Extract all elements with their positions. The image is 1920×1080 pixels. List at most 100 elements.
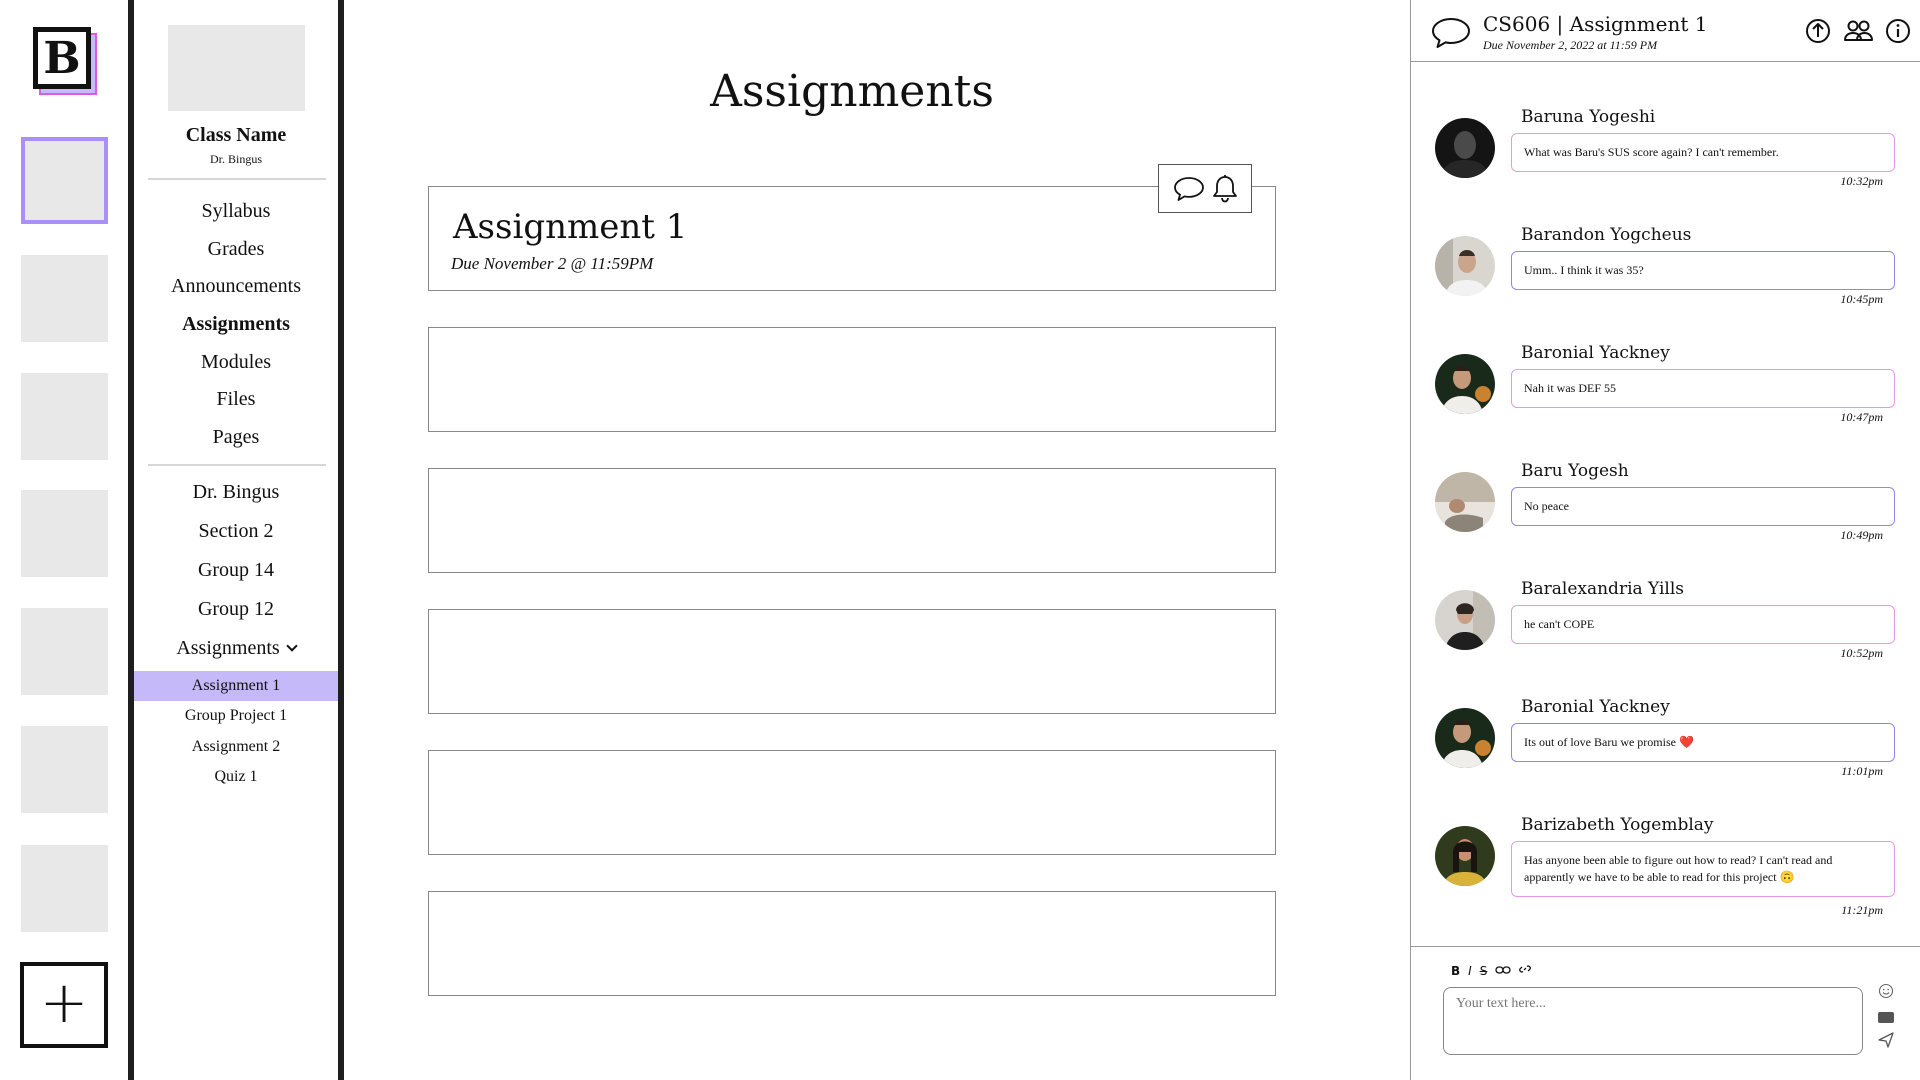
rail-class-tile[interactable] (21, 490, 108, 577)
rail-class-tile[interactable] (21, 373, 108, 460)
message-time: 11:01pm (1841, 764, 1883, 778)
sub-group-project-1[interactable]: Group Project 1 (134, 701, 338, 731)
sub-assignment-2[interactable]: Assignment 2 (134, 732, 338, 762)
nav-pages[interactable]: Pages (134, 426, 338, 449)
plus-icon: + (39, 968, 89, 1036)
message-bubble: What was Baru's SUS score again? I can't… (1511, 133, 1895, 172)
nav-files[interactable]: Files (134, 388, 338, 411)
assignment-card[interactable]: Assignment 1 Due November 2 @ 11:59PM (428, 186, 1276, 291)
message-composer: B I S (1411, 946, 1920, 1080)
rail-class-tile-active[interactable] (21, 137, 108, 224)
nav-grades[interactable]: Grades (134, 238, 338, 261)
message-bubble: Has anyone been able to figure out how t… (1511, 841, 1895, 897)
class-name: Class Name (185, 124, 287, 146)
chat-message: Barizabeth Yogemblay Has anyone been abl… (1411, 815, 1920, 945)
bell-icon[interactable] (1212, 174, 1238, 204)
message-time: 10:32pm (1840, 174, 1883, 188)
message-author: Baralexandria Yills (1521, 579, 1685, 599)
assignment-card-empty[interactable] (428, 750, 1276, 855)
message-time: 10:47pm (1840, 410, 1883, 424)
page-title: Assignments (710, 66, 994, 117)
avatar[interactable] (1435, 354, 1495, 414)
class-sidebar: Class Name Dr. Bingus Syllabus Grades An… (134, 0, 338, 1080)
chat-message: Baralexandria Yills he can't COPE 10:52p… (1411, 579, 1920, 697)
chain-link-icon[interactable] (1519, 963, 1532, 978)
logo-letter: B (33, 27, 91, 89)
assignments-dropdown-label: Assignments (176, 637, 280, 659)
members-icon[interactable] (1843, 18, 1873, 44)
message-author: Baru Yogesh (1521, 461, 1629, 481)
chat-message: Barandon Yogcheus Umm.. I think it was 3… (1411, 225, 1920, 343)
message-bubble: Nah it was DEF 55 (1511, 369, 1895, 408)
rail-class-tile[interactable] (21, 255, 108, 342)
format-toolbar: B I S (1451, 963, 1532, 978)
nav-modules[interactable]: Modules (134, 351, 338, 374)
message-time: 10:49pm (1840, 528, 1883, 542)
group-dr-bingus[interactable]: Dr. Bingus (134, 481, 338, 504)
divider (148, 178, 326, 180)
assignment-title: Assignment 1 (453, 207, 688, 247)
link-icon[interactable] (1495, 964, 1511, 978)
message-bubble: Umm.. I think it was 35? (1511, 251, 1895, 290)
rail-class-tile[interactable] (21, 726, 108, 813)
divider (148, 464, 326, 466)
message-author: Barandon Yogcheus (1521, 225, 1692, 245)
chat-message: Baronial Yackney Nah it was DEF 55 10:47… (1411, 343, 1920, 461)
message-time: 10:45pm (1840, 292, 1883, 306)
upload-icon[interactable] (1805, 18, 1831, 44)
chat-panel: CS606 | Assignment 1 Due November 2, 202… (1410, 0, 1920, 1080)
message-time: 10:52pm (1840, 646, 1883, 660)
bold-button[interactable]: B (1451, 964, 1460, 978)
app-logo[interactable]: B (33, 27, 97, 95)
assignment-card-empty[interactable] (428, 891, 1276, 996)
avatar[interactable] (1435, 826, 1495, 886)
avatar[interactable] (1435, 708, 1495, 768)
assignment-card-empty[interactable] (428, 327, 1276, 432)
chat-due-date: Due November 2, 2022 at 11:59 PM (1483, 38, 1658, 52)
gif-icon[interactable] (1878, 1012, 1894, 1023)
emoji-icon[interactable] (1878, 983, 1894, 1004)
avatar[interactable] (1435, 590, 1495, 650)
class-professor: Dr. Bingus (209, 152, 262, 166)
chat-message: Baru Yogesh No peace 10:49pm (1411, 461, 1920, 579)
avatar[interactable] (1435, 472, 1495, 532)
assignment-due-date: Due November 2 @ 11:59PM (451, 254, 654, 273)
rail-class-tile[interactable] (21, 845, 108, 932)
chat-header-actions (1805, 18, 1911, 44)
nav-syllabus[interactable]: Syllabus (134, 200, 338, 223)
message-bubble: he can't COPE (1511, 605, 1895, 644)
composer-actions (1877, 983, 1895, 1054)
assignment-actions (1158, 164, 1252, 213)
message-author: Baronial Yackney (1521, 343, 1670, 363)
chat-header: CS606 | Assignment 1 Due November 2, 202… (1411, 0, 1920, 62)
message-author: Baruna Yogeshi (1521, 107, 1656, 127)
nav-assignments[interactable]: Assignments (134, 313, 338, 336)
group-12[interactable]: Group 12 (134, 598, 338, 621)
info-icon[interactable] (1885, 18, 1911, 44)
nav-announcements[interactable]: Announcements (134, 275, 338, 298)
chat-bubble-icon[interactable] (1173, 176, 1205, 202)
sub-quiz-1[interactable]: Quiz 1 (134, 762, 338, 792)
assignment-card-empty[interactable] (428, 468, 1276, 573)
chat-title: CS606 | Assignment 1 (1483, 12, 1708, 36)
group-14[interactable]: Group 14 (134, 559, 338, 582)
message-bubble: No peace (1511, 487, 1895, 526)
italic-button[interactable]: I (1468, 964, 1472, 978)
chevron-down-icon (286, 640, 298, 652)
strikethrough-button[interactable]: S (1480, 964, 1488, 978)
sub-assignment-1[interactable]: Assignment 1 (134, 671, 338, 701)
message-author: Baronial Yackney (1521, 697, 1670, 717)
chat-message: Baruna Yogeshi What was Baru's SUS score… (1411, 107, 1920, 225)
avatar[interactable] (1435, 118, 1495, 178)
chat-bubble-icon (1431, 17, 1471, 54)
group-section-2[interactable]: Section 2 (134, 520, 338, 543)
assignments-dropdown[interactable]: Assignments (134, 637, 338, 660)
assignment-card-empty[interactable] (428, 609, 1276, 714)
add-class-button[interactable]: + (20, 962, 108, 1048)
message-input[interactable] (1443, 987, 1863, 1055)
chat-message: Baronial Yackney Its out of love Baru we… (1411, 697, 1920, 815)
main-content: Assignments Assignment 1 Due November 2 … (344, 0, 1410, 1080)
avatar[interactable] (1435, 236, 1495, 296)
rail-class-tile[interactable] (21, 608, 108, 695)
send-icon[interactable] (1877, 1031, 1895, 1054)
